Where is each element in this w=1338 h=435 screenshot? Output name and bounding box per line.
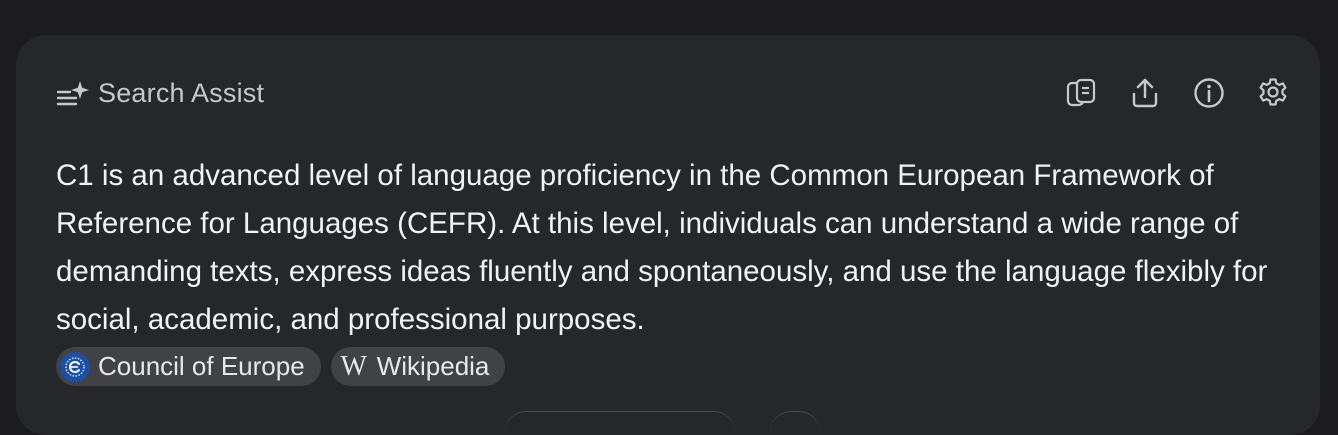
header-actions bbox=[1064, 76, 1290, 110]
copy-icon bbox=[1066, 78, 1096, 107]
source-chip-council-of-europe[interactable]: Council of Europe bbox=[56, 347, 321, 386]
source-label: Council of Europe bbox=[98, 351, 305, 381]
source-label: Wikipedia bbox=[376, 351, 490, 381]
partial-button-outline bbox=[505, 411, 735, 432]
search-assist-card: Search Assist C1 is an advanced level of… bbox=[16, 35, 1320, 435]
info-button[interactable] bbox=[1192, 76, 1226, 110]
gear-icon bbox=[1259, 78, 1287, 106]
council-of-europe-logo bbox=[60, 351, 90, 382]
panel-title: Search Assist bbox=[98, 77, 265, 108]
settings-button[interactable] bbox=[1256, 76, 1290, 110]
share-icon bbox=[1132, 78, 1158, 108]
share-button[interactable] bbox=[1128, 76, 1162, 110]
copy-button[interactable] bbox=[1064, 76, 1098, 110]
source-chip-wikipedia[interactable]: W Wikipedia bbox=[330, 347, 506, 386]
sparkle-list-icon bbox=[56, 81, 89, 106]
answer-text: C1 is an advanced level of language prof… bbox=[56, 159, 1268, 336]
source-list: Council of Europe W Wikipedia bbox=[56, 347, 506, 386]
search-assist-header: Search Assist bbox=[56, 73, 1290, 113]
wikipedia-logo: W bbox=[340, 350, 367, 382]
info-icon bbox=[1194, 78, 1224, 108]
title-group: Search Assist bbox=[56, 78, 264, 109]
